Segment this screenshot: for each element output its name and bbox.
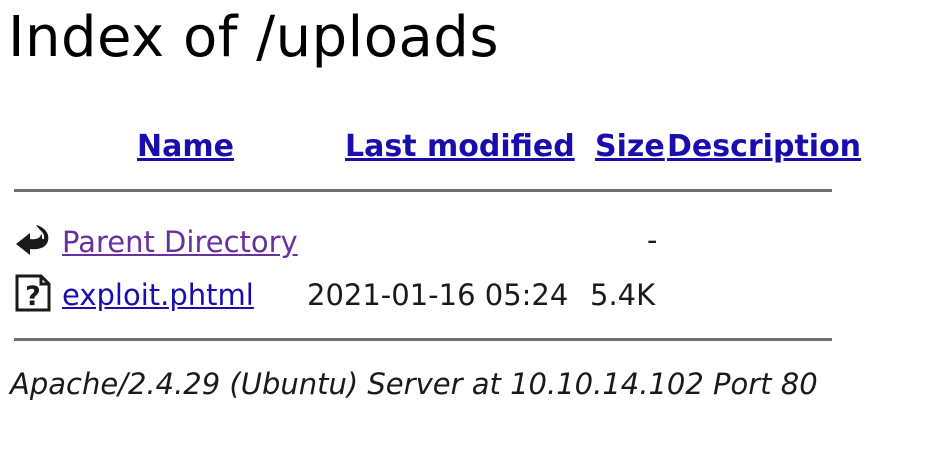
sort-by-description-link[interactable]: Description xyxy=(667,129,861,164)
sort-by-last-modified-link[interactable]: Last modified xyxy=(345,129,575,164)
sort-by-size-link[interactable]: Size xyxy=(595,129,665,164)
column-header-name: Name xyxy=(137,128,234,166)
column-header-description: Description xyxy=(667,128,861,166)
unknown-file-icon: ? xyxy=(14,274,52,312)
directory-listing-page: Index of /uploads Name Last modified Siz… xyxy=(0,0,932,456)
file-link-exploit[interactable]: exploit.phtml xyxy=(62,277,254,313)
column-header-size: Size xyxy=(595,128,665,166)
header-divider xyxy=(14,189,832,192)
footer-divider xyxy=(14,338,832,341)
sort-by-name-link[interactable]: Name xyxy=(137,129,234,164)
column-header-last-modified: Last modified xyxy=(345,128,575,166)
server-signature: Apache/2.4.29 (Ubuntu) Server at 10.10.1… xyxy=(10,367,818,401)
page-title: Index of /uploads xyxy=(8,5,500,70)
parent-directory-size: - xyxy=(647,223,658,257)
file-size: 5.4K xyxy=(590,278,656,312)
back-icon xyxy=(14,222,52,260)
svg-text:?: ? xyxy=(25,281,41,312)
parent-directory-link[interactable]: Parent Directory xyxy=(62,224,298,260)
file-last-modified: 2021-01-16 05:24 xyxy=(307,278,569,312)
